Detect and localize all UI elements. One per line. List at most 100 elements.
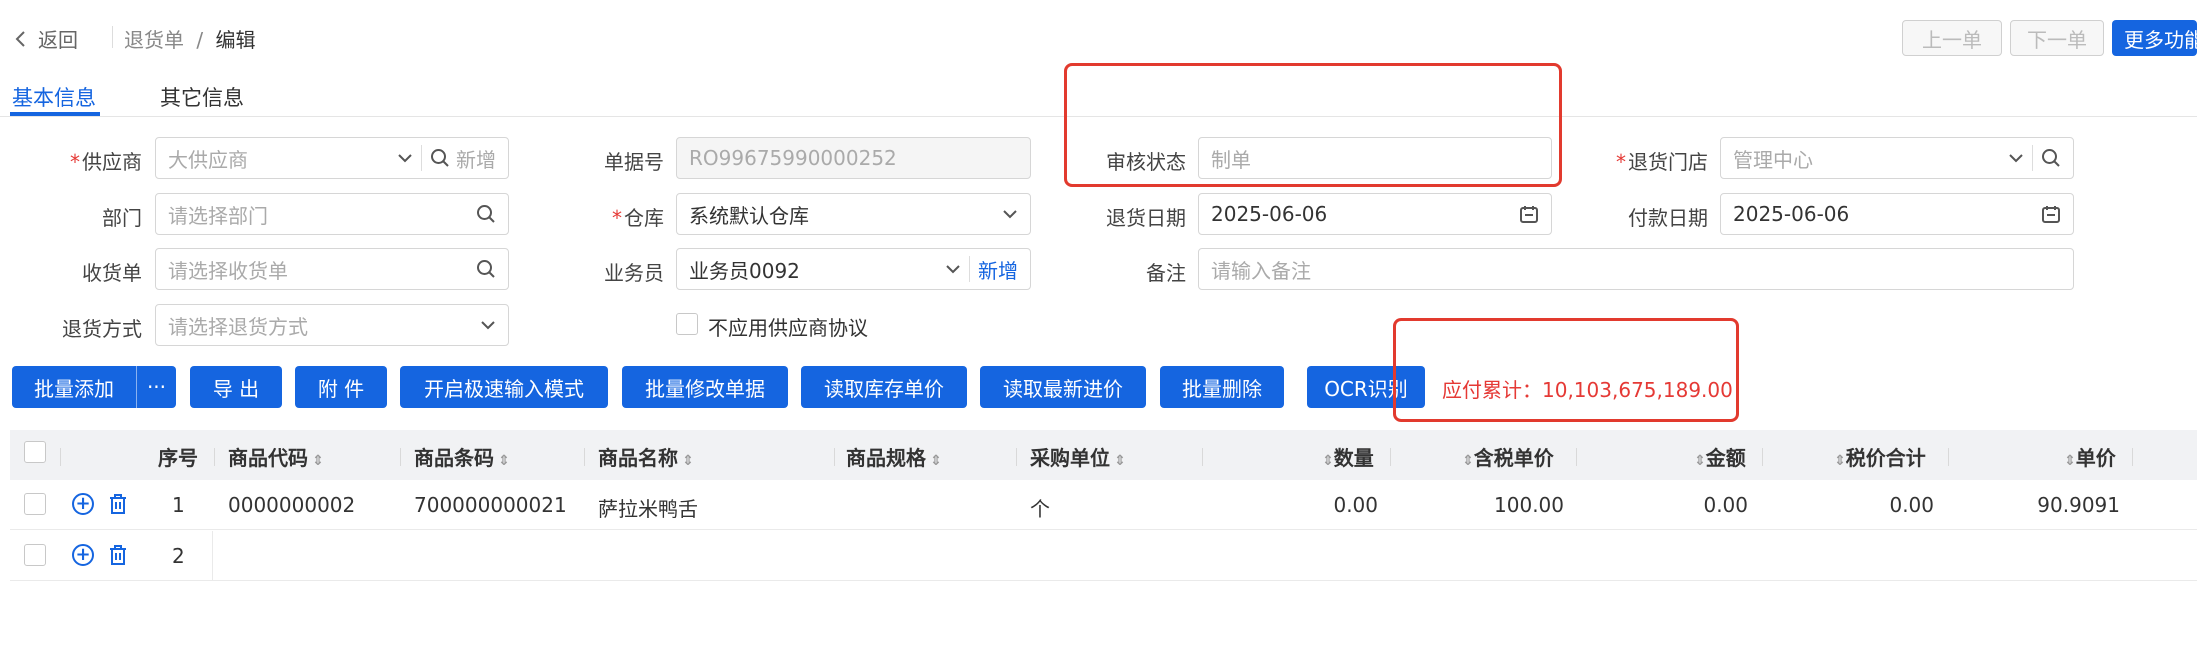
receipt-placeholder: 请选择收货单 (168, 258, 288, 283)
read-latest-price-button[interactable]: 读取最新进价 (980, 366, 1146, 408)
search-icon[interactable] (430, 148, 450, 168)
breadcrumb-separator: / (196, 28, 204, 52)
search-icon[interactable] (2041, 148, 2061, 168)
warehouse-label: * 仓库 (612, 206, 664, 230)
sort-icon: ⇕ (1322, 453, 1334, 469)
add-row-icon[interactable]: + (72, 493, 94, 515)
supplier-select[interactable]: 大供应商 新增 (155, 137, 509, 179)
column-header-price[interactable]: ⇕单价 (2060, 442, 2116, 471)
prev-record-button[interactable]: 上一单 (1902, 20, 2002, 56)
remark-label: 备注 (1146, 261, 1186, 285)
supplier-label: * 供应商 (70, 150, 142, 174)
chevron-left-icon (14, 29, 28, 49)
return-store-value: 管理中心 (1733, 147, 1813, 172)
cell-tax-price[interactable]: 100.00 (1440, 493, 1564, 517)
batch-add-more-button[interactable]: ··· (136, 366, 176, 408)
row-checkbox[interactable] (24, 493, 46, 515)
sort-icon: ⇕ (1694, 453, 1706, 469)
breadcrumb-parent[interactable]: 退货单 (124, 28, 184, 52)
department-placeholder: 请选择部门 (168, 203, 268, 228)
pay-date-label: 付款日期 (1628, 206, 1708, 230)
table-row[interactable] (10, 531, 2197, 581)
supplier-add-link[interactable]: 新增 (456, 144, 496, 173)
no-agreement-checkbox[interactable] (676, 313, 698, 335)
cell-qty[interactable]: 0.00 (1260, 493, 1378, 517)
attachment-button[interactable]: 附 件 (295, 366, 387, 408)
column-header-tax-total[interactable]: ⇕税价合计 (1830, 442, 1926, 471)
salesman-select[interactable]: 业务员0092 新增 (676, 248, 1031, 290)
fast-input-mode-button[interactable]: 开启极速输入模式 (400, 366, 608, 408)
cell-seq: 1 (172, 493, 185, 517)
column-header-name[interactable]: 商品名称 ⇕ (598, 442, 694, 471)
select-all-checkbox[interactable] (24, 441, 46, 463)
cell-name[interactable]: 萨拉米鸭舌 (598, 493, 698, 522)
remark-placeholder: 请输入备注 (1211, 258, 1311, 283)
export-button[interactable]: 导 出 (190, 366, 282, 408)
row-checkbox[interactable] (24, 544, 46, 566)
calendar-icon (2041, 204, 2061, 224)
return-store-select[interactable]: 管理中心 (1720, 137, 2074, 179)
cell-tax-total[interactable]: 0.00 (1816, 493, 1934, 517)
cell-code[interactable]: 0000000002 (228, 493, 355, 517)
breadcrumb-current: 编辑 (215, 28, 256, 52)
highlight-box-payable (1393, 318, 1739, 422)
sort-icon: ⇕ (930, 453, 942, 469)
cell-unit[interactable]: 个 (1030, 493, 1050, 522)
salesman-value: 业务员0092 (689, 258, 800, 283)
return-method-select[interactable]: 请选择退货方式 (155, 304, 509, 346)
doc-no-value: RO99675990000252 (689, 146, 897, 170)
read-stock-price-button[interactable]: 读取库存单价 (801, 366, 967, 408)
column-header-seq: 序号 (158, 446, 198, 470)
salesman-label: 业务员 (604, 261, 664, 285)
return-date-picker[interactable]: 2025-06-06 (1198, 193, 1552, 235)
pay-date-value: 2025-06-06 (1733, 202, 1850, 226)
batch-delete-button[interactable]: 批量删除 (1160, 366, 1284, 408)
salesman-add-link[interactable]: 新增 (978, 255, 1018, 284)
chevron-down-icon (480, 320, 496, 330)
cell-price[interactable]: 90.9091 (2000, 493, 2120, 517)
department-select[interactable]: 请选择部门 (155, 193, 509, 235)
column-header-amount[interactable]: ⇕金额 (1690, 442, 1746, 471)
cell-barcode[interactable]: 700000000021 (414, 493, 567, 517)
tab-other-info[interactable]: 其它信息 (160, 82, 244, 112)
return-method-placeholder: 请选择退货方式 (168, 314, 308, 339)
add-row-icon[interactable]: + (72, 544, 94, 566)
back-label: 返回 (38, 28, 78, 52)
cell-seq: 2 (172, 544, 185, 568)
column-header-unit[interactable]: 采购单位 ⇕ (1030, 442, 1126, 471)
batch-add-label: 批量添加 (34, 376, 114, 401)
column-header-code[interactable]: 商品代码 ⇕ (228, 442, 324, 471)
delete-row-icon[interactable] (108, 544, 128, 566)
return-store-label: * 退货门店 (1616, 150, 1708, 174)
column-header-spec[interactable]: 商品规格 ⇕ (846, 442, 942, 471)
return-method-label: 退货方式 (62, 317, 142, 341)
back-link[interactable]: 返回 (14, 24, 78, 53)
sort-icon: ⇕ (498, 453, 510, 469)
chevron-down-icon (1002, 209, 1018, 219)
column-header-tax-price[interactable]: ⇕含税单价 (1458, 442, 1554, 471)
remark-input[interactable]: 请输入备注 (1198, 248, 2074, 290)
warehouse-select[interactable]: 系统默认仓库 (676, 193, 1031, 235)
sort-icon: ⇕ (1834, 453, 1846, 469)
calendar-icon (1519, 204, 1539, 224)
batch-add-button[interactable]: 批量添加 ··· (12, 366, 176, 408)
highlight-box-audit (1064, 63, 1562, 187)
more-functions-button[interactable]: 更多功能 (2112, 20, 2197, 56)
doc-no-field: RO99675990000252 (676, 137, 1031, 179)
cell-amount[interactable]: 0.00 (1630, 493, 1748, 517)
sort-icon: ⇕ (312, 453, 324, 469)
batch-edit-button[interactable]: 批量修改单据 (622, 366, 788, 408)
search-icon[interactable] (476, 204, 496, 224)
pay-date-picker[interactable]: 2025-06-06 (1720, 193, 2074, 235)
supplier-placeholder: 大供应商 (168, 147, 248, 172)
sort-icon: ⇕ (682, 453, 694, 469)
column-header-barcode[interactable]: 商品条码 ⇕ (414, 442, 510, 471)
breadcrumb: 退货单 / 编辑 (124, 24, 255, 53)
column-header-qty[interactable]: ⇕数量 (1318, 442, 1374, 471)
tab-basic-info[interactable]: 基本信息 (12, 82, 96, 112)
next-record-button[interactable]: 下一单 (2010, 20, 2104, 56)
search-icon[interactable] (476, 259, 496, 279)
receipt-select[interactable]: 请选择收货单 (155, 248, 509, 290)
warehouse-value: 系统默认仓库 (689, 203, 809, 228)
delete-row-icon[interactable] (108, 493, 128, 515)
